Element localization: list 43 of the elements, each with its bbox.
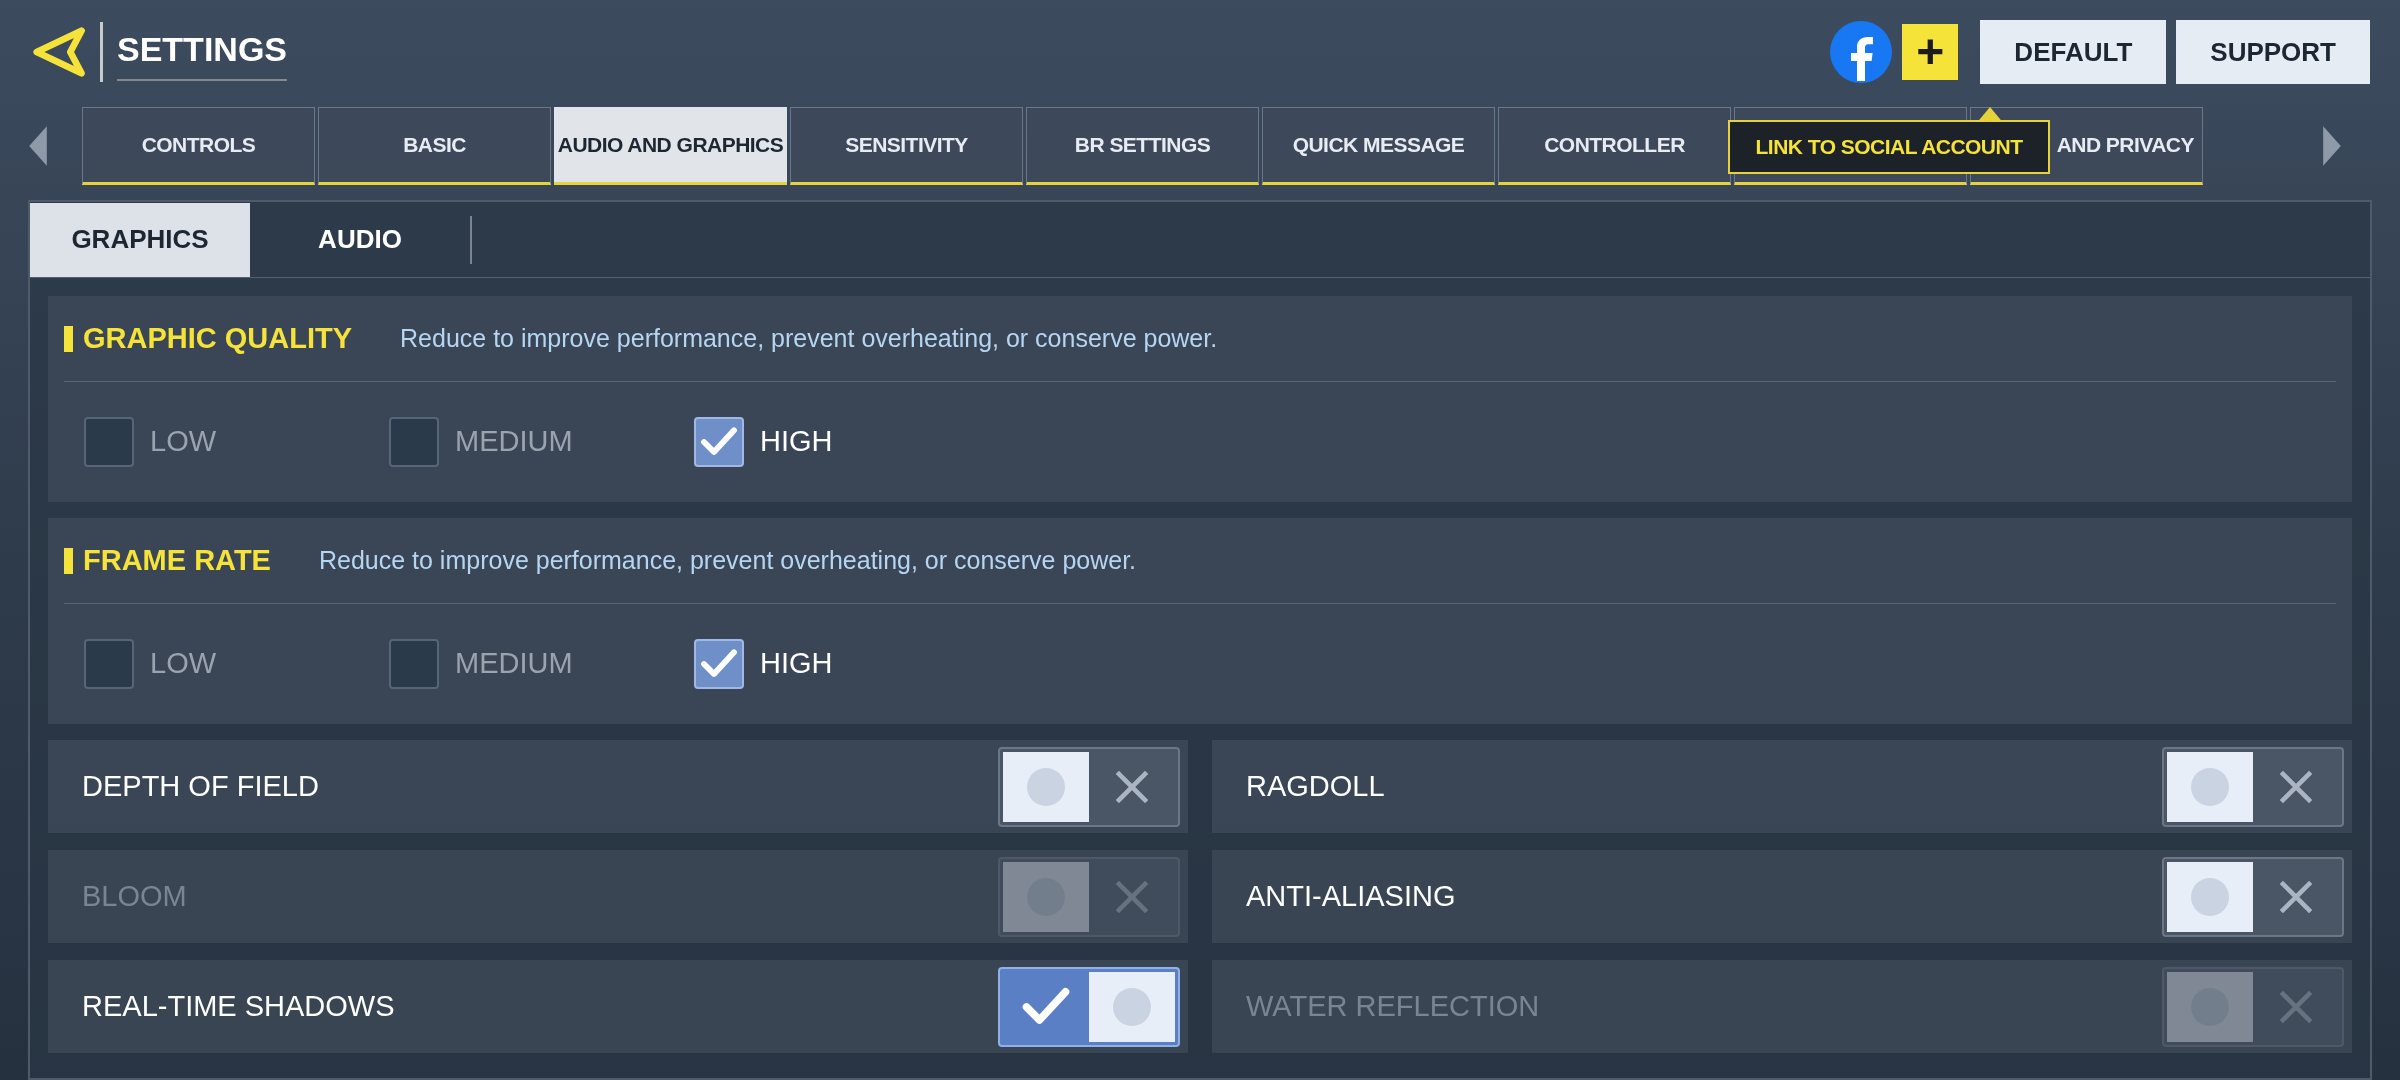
section-description: Reduce to improve performance, prevent overheating, or conserve power. (400, 322, 1218, 354)
section-title: GRAPHIC QUALITY (83, 320, 353, 356)
option-label: LOW (150, 646, 217, 682)
toggle-label: WATER REFLECTION (1246, 988, 1541, 1024)
checkbox[interactable] (389, 417, 439, 467)
section-title: FRAME RATE (83, 542, 271, 578)
option-label: HIGH (760, 646, 833, 682)
tooltip: LINK TO SOCIAL ACCOUNT (1728, 120, 2050, 174)
toggle-label: REAL-TIME SHADOWS (82, 988, 396, 1024)
header-button[interactable]: DEFAULT (1980, 20, 2167, 84)
header-button[interactable]: SUPPORT (2176, 20, 2370, 84)
settings-tab[interactable]: CONTROLS (82, 107, 315, 185)
toggle-label: ANTI-ALIASING (1246, 878, 1457, 914)
settings-tab[interactable]: BR SETTINGS (1026, 107, 1259, 185)
settings-tab[interactable]: AUDIO AND GRAPHICS (554, 107, 787, 185)
toggle-label: RAGDOLL (1246, 768, 1386, 804)
back-icon[interactable] (30, 24, 86, 80)
section-marker (64, 325, 73, 352)
toggle-switch[interactable] (998, 966, 1180, 1047)
checkbox[interactable] (694, 639, 744, 689)
toggle-label: DEPTH OF FIELD (82, 768, 320, 804)
checkbox[interactable] (389, 639, 439, 689)
option-label: LOW (150, 424, 217, 460)
page-title: SETTINGS (117, 23, 288, 81)
toggle-switch[interactable] (2162, 856, 2344, 937)
toggle-switch[interactable] (998, 746, 1180, 827)
sub-tab[interactable]: GRAPHICS (30, 202, 250, 277)
toggle-switch[interactable] (2162, 746, 2344, 827)
settings-tab[interactable]: BASIC (318, 107, 551, 185)
settings-tab[interactable]: QUICK MESSAGE (1262, 107, 1495, 185)
add-button[interactable]: + (1902, 24, 1959, 80)
section-marker (64, 547, 73, 574)
settings-tab[interactable]: CONTROLLER (1498, 107, 1731, 185)
option-label: HIGH (760, 424, 833, 460)
option-label: MEDIUM (455, 424, 573, 460)
settings-tab[interactable]: SENSITIVITY (790, 107, 1023, 185)
section-description: Reduce to improve performance, prevent overheating, or conserve power. (318, 544, 1137, 576)
checkbox[interactable] (694, 417, 744, 467)
checkbox[interactable] (84, 417, 134, 467)
sub-tab[interactable]: AUDIO (250, 202, 470, 277)
option-label: MEDIUM (455, 646, 573, 682)
checkbox[interactable] (84, 639, 134, 689)
toggle-label: BLOOM (82, 878, 188, 914)
